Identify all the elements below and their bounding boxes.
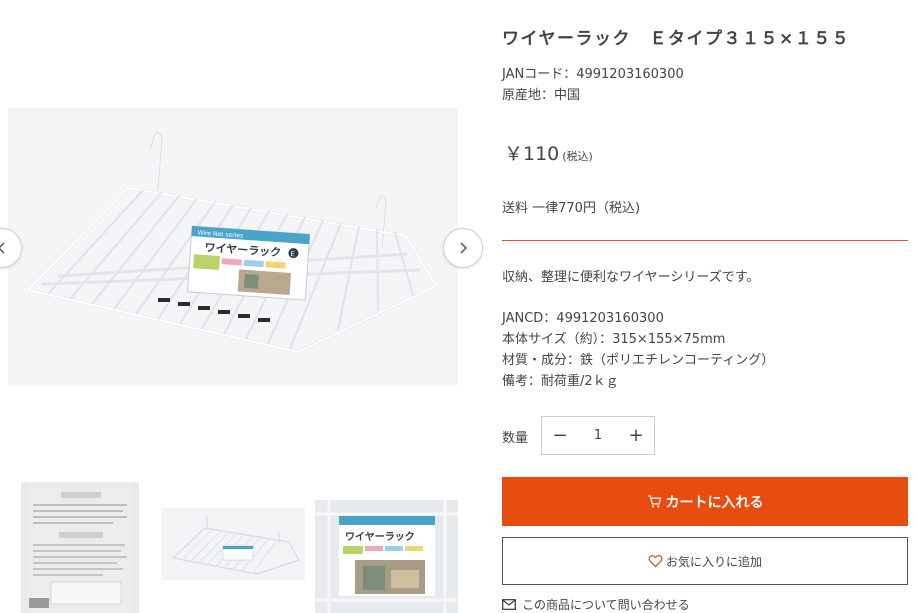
package-front-image: ワイヤーラック [315, 500, 458, 613]
shipping-info: 送料 一律770円（税込) [502, 201, 641, 216]
favorites-label: お気に入りに追加 [665, 554, 762, 569]
quantity-stepper: − + [541, 416, 655, 455]
price: ￥110 (税込) [504, 139, 593, 166]
thumb-package-title: ワイヤーラック [345, 531, 415, 543]
quantity-input[interactable] [578, 428, 618, 443]
divider [502, 240, 908, 241]
product-meta: JANコード：4991203160300 原産地：中国 [502, 64, 684, 106]
spec-size: 本体サイズ（約）：315×155×75mm [502, 332, 726, 347]
cart-icon [647, 495, 661, 508]
spec-note: 備考：耐荷重/2ｋｇ [502, 374, 619, 389]
quantity-decrease-button[interactable]: − [542, 417, 578, 454]
price-tax-note: (税込) [562, 150, 593, 163]
quantity-increase-button[interactable]: + [618, 417, 654, 454]
add-to-favorites-button[interactable]: お気に入りに追加 [502, 537, 908, 585]
thumbnail-package-back[interactable] [21, 482, 139, 613]
origin: 原産地：中国 [502, 88, 581, 103]
product-description: 収納、整理に便利なワイヤーシリーズです。 [502, 270, 760, 285]
package-back-image [27, 482, 133, 613]
spec-jancd: JANCD：4991203160300 [502, 311, 664, 326]
contact-link[interactable]: この商品について問い合わせる [502, 596, 690, 613]
price-value: ￥110 [504, 143, 560, 165]
add-to-cart-label: カートに入れる [665, 494, 764, 511]
thumbnail-rack[interactable] [161, 508, 305, 580]
product-gallery: Wire Net series ワイヤーラック E ワイヤーラック [0, 0, 490, 613]
thumbnail-package-front[interactable]: ワイヤーラック [315, 500, 458, 613]
add-to-cart-button[interactable]: カートに入れる [502, 477, 908, 526]
jan-code: JANコード：4991203160300 [502, 67, 684, 82]
thumbnail-strip: ワイヤーラック [0, 478, 490, 613]
spec-material: 材質・成分：鉄（ポリエチレンコーティング） [502, 353, 775, 368]
main-product-image: Wire Net series ワイヤーラック E [8, 108, 458, 385]
mail-icon [502, 599, 516, 610]
product-details: ワイヤーラック Ｅタイプ３１５×１５５ JANコード：4991203160300… [502, 0, 908, 613]
quantity-label: 数量 [502, 431, 529, 446]
contact-label: この商品について問い合わせる [522, 598, 690, 612]
package-badge-text: E [290, 250, 295, 258]
wire-rack-illustration: Wire Net series ワイヤーラック E [26, 131, 438, 354]
next-image-button[interactable] [443, 228, 483, 268]
rack-thumbnail-image [171, 516, 300, 575]
product-specs: JANCD：4991203160300 本体サイズ（約）：315×155×75m… [502, 308, 774, 392]
chevron-right-icon [460, 242, 468, 254]
heart-icon [648, 555, 663, 568]
product-title: ワイヤーラック Ｅタイプ３１５×１５５ [502, 29, 851, 49]
chevron-left-icon [0, 242, 5, 254]
